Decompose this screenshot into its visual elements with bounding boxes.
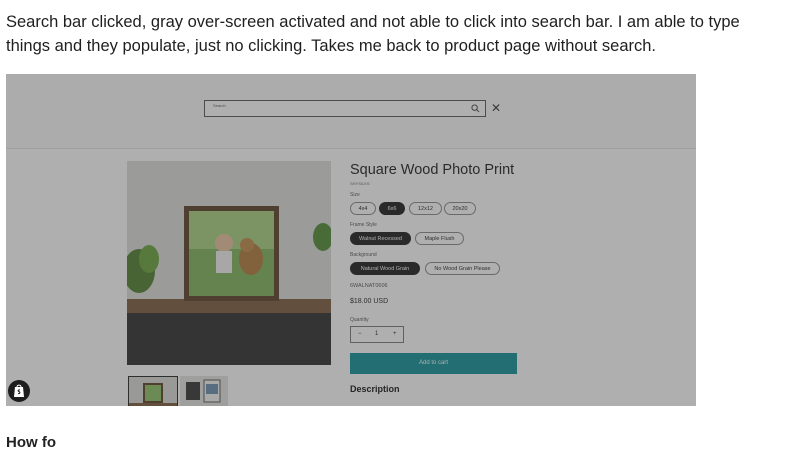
product-sku: 6WALNAT0606 (350, 283, 388, 289)
frame-option-walnut[interactable]: Walnut Recessed (350, 232, 411, 245)
partial-heading: How fo (6, 434, 56, 451)
frame-option-maple[interactable]: Maple Flush (415, 232, 464, 245)
header-bar: Search ✕ (6, 74, 696, 149)
size-option-12x12[interactable]: 12x12 (409, 202, 442, 215)
close-icon[interactable]: ✕ (490, 102, 502, 114)
product-price: $18.00 USD (350, 298, 389, 305)
screenshot: Search ✕ Square Wood Photo Print SHYSILK… (6, 74, 696, 406)
frame-style-label: Frame Style (350, 222, 377, 228)
search-input[interactable]: Search (204, 100, 486, 117)
thumbnail-1[interactable] (128, 376, 178, 406)
search-icon[interactable] (471, 104, 480, 113)
search-placeholder: Search (213, 103, 226, 108)
size-option-6x6[interactable]: 6x6 (379, 202, 405, 215)
product-vendor: SHYSILKS (350, 181, 370, 186)
post-text: Search bar clicked, gray over-screen act… (6, 13, 740, 55)
background-option-none[interactable]: No Wood Grain Please (425, 262, 500, 275)
product-title: Square Wood Photo Print (350, 162, 515, 178)
description-heading: Description (350, 384, 400, 394)
product-image (127, 161, 331, 365)
thumbnail-2[interactable] (180, 376, 228, 406)
add-to-cart-button[interactable]: Add to cart (350, 353, 517, 374)
quantity-plus-button[interactable]: + (393, 331, 397, 337)
quantity-value[interactable]: 1 (375, 331, 378, 337)
size-option-4x4[interactable]: 4x4 (350, 202, 376, 215)
background-option-natural[interactable]: Natural Wood Grain (350, 262, 420, 275)
shopify-icon[interactable] (8, 380, 30, 402)
background-label: Background (350, 252, 377, 258)
quantity-label: Quantity (350, 317, 369, 323)
size-label: Size (350, 192, 360, 198)
size-option-20x20[interactable]: 20x20 (444, 202, 476, 215)
quantity-stepper[interactable]: − 1 + (350, 326, 404, 343)
quantity-minus-button[interactable]: − (358, 331, 362, 337)
